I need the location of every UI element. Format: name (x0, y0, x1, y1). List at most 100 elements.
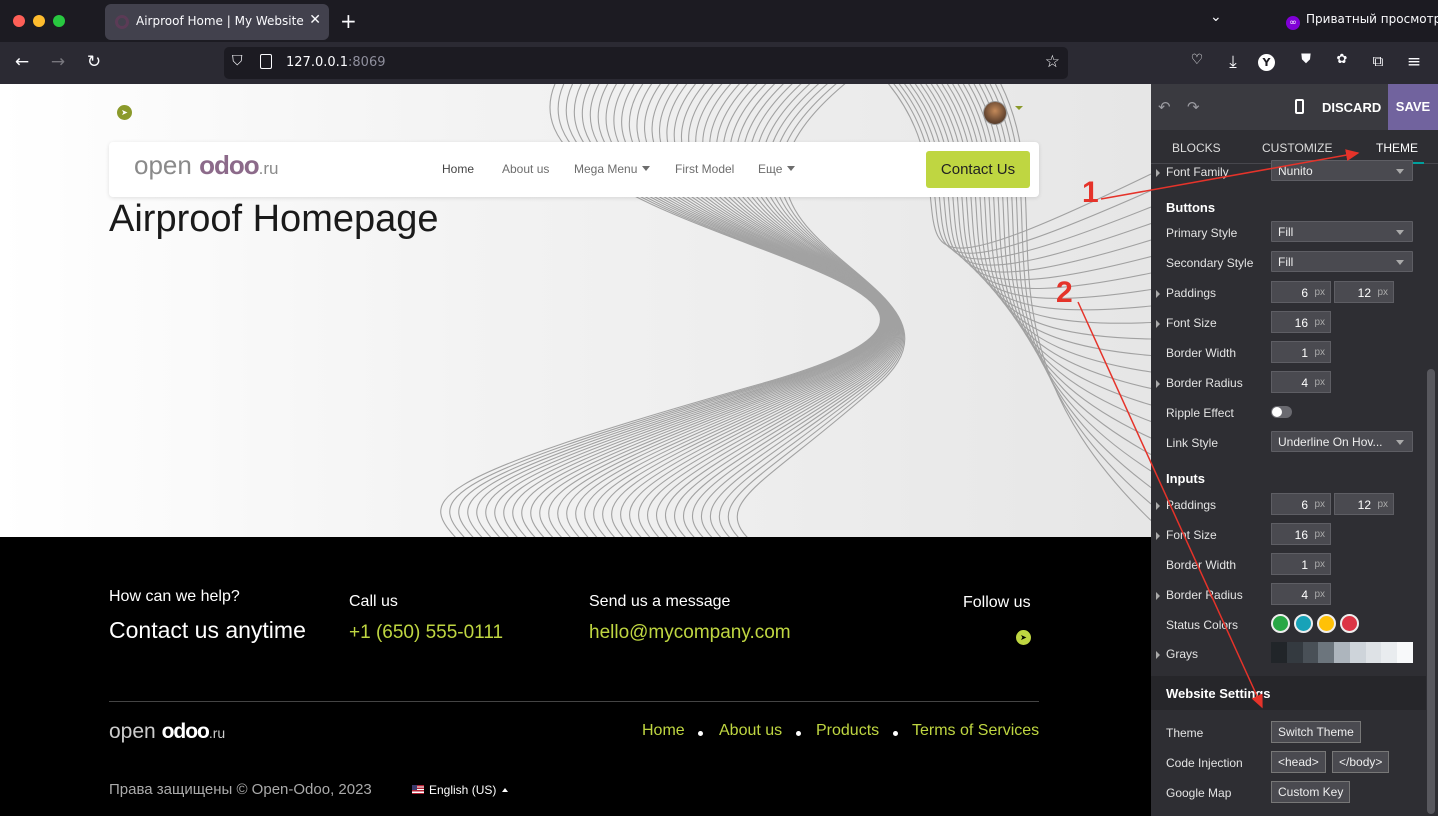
primary-style-select[interactable]: Fill (1271, 221, 1413, 242)
gray-swatch[interactable] (1349, 642, 1366, 663)
caret-down-icon[interactable] (1015, 106, 1023, 110)
grays-palette[interactable] (1271, 642, 1414, 663)
gray-swatch[interactable] (1271, 642, 1287, 663)
custom-key-button[interactable]: Custom Key (1271, 781, 1351, 803)
padding-y-input[interactable]: 6 px (1271, 281, 1331, 303)
font-size-input[interactable]: 16 px (1271, 523, 1331, 545)
menu-icon[interactable]: ≡ (1403, 52, 1425, 72)
logo-prefix: open (109, 720, 162, 743)
forward-arrow-icon[interactable]: → (47, 52, 69, 72)
status-color-warning[interactable] (1317, 614, 1336, 633)
gray-swatch[interactable] (1381, 642, 1398, 663)
status-color-success[interactable] (1271, 614, 1290, 633)
expand-triangle-icon[interactable] (1156, 502, 1160, 510)
pocket-icon[interactable]: ♡ (1186, 52, 1208, 68)
option-link-style: Link Style Underline On Hov... (1151, 431, 1431, 455)
border-radius-input[interactable]: 4 px (1271, 583, 1331, 605)
shield-icon[interactable]: ⛉ (232, 53, 243, 69)
footer-divider (109, 701, 1039, 702)
expand-triangle-icon[interactable] (1156, 169, 1160, 177)
footer-phone-link[interactable]: +1 (650) 555-0111 (349, 622, 503, 644)
footer-link-home[interactable]: Home (642, 722, 685, 740)
unit-label: px (1314, 529, 1325, 540)
bookmark-star-icon[interactable]: ☆ (1045, 52, 1060, 72)
site-logo[interactable]: open odoo.ru (134, 150, 278, 181)
font-size-input[interactable]: 16 px (1271, 311, 1331, 333)
new-tab-icon[interactable]: + (340, 9, 357, 33)
tab-customize[interactable]: CUSTOMIZE (1262, 141, 1332, 155)
border-width-input[interactable]: 1 px (1271, 553, 1331, 575)
gray-swatch[interactable] (1302, 642, 1319, 663)
menu-item-first-model[interactable]: First Model (675, 162, 734, 176)
browser-tabbar: Airproof Home | My Website ✕ + ⌄ ∞ Приват… (0, 0, 1438, 42)
yandex-extension-icon[interactable]: Y (1258, 54, 1275, 71)
private-mask-icon: ∞ (1286, 16, 1300, 30)
close-window-button[interactable] (13, 15, 25, 27)
save-button[interactable]: SAVE (1388, 84, 1438, 130)
reload-icon[interactable]: ↻ (83, 52, 105, 72)
chevron-down-icon[interactable]: ⌄ (1210, 9, 1222, 25)
wave-line (957, 84, 1151, 390)
contact-us-button[interactable]: Contact Us (926, 151, 1030, 188)
menu-item-mega-menu[interactable]: Mega Menu (574, 162, 651, 176)
undo-icon[interactable]: ↶ (1158, 98, 1171, 116)
footer-link-terms[interactable]: Terms of Services (912, 722, 1039, 740)
switch-theme-button[interactable]: Switch Theme (1271, 721, 1361, 743)
ublock-icon[interactable]: ⛊ (1295, 52, 1317, 67)
menu-item-about-us[interactable]: About us (502, 162, 549, 176)
body-injection-button[interactable]: </body> (1332, 751, 1390, 773)
footer-link-products[interactable]: Products (816, 722, 879, 740)
status-color-danger[interactable] (1340, 614, 1359, 633)
link-style-select[interactable]: Underline On Hov... (1271, 431, 1413, 452)
menu-item-more[interactable]: Еще (758, 162, 796, 176)
expand-triangle-icon[interactable] (1156, 320, 1160, 328)
ripple-effect-toggle[interactable] (1271, 406, 1292, 418)
footer-email-link[interactable]: hello@mycompany.com (589, 622, 791, 644)
footer-logo[interactable]: open odoo.ru (109, 720, 225, 744)
page-title[interactable]: Airproof Homepage (109, 198, 439, 241)
gray-swatch[interactable] (1286, 642, 1303, 663)
secondary-style-select[interactable]: Fill (1271, 251, 1413, 272)
expand-triangle-icon[interactable] (1156, 592, 1160, 600)
padding-y-input[interactable]: 6 px (1271, 493, 1331, 515)
maximize-window-button[interactable] (53, 15, 65, 27)
url-text[interactable]: 127.0.0.1:8069 (286, 55, 386, 70)
gray-swatch[interactable] (1365, 642, 1382, 663)
expand-triangle-icon[interactable] (1156, 532, 1160, 540)
color-extension-icon[interactable]: ✿ (1331, 52, 1353, 67)
download-icon[interactable]: ⤓ (1222, 52, 1244, 72)
padding-x-input[interactable]: 12 px (1334, 493, 1394, 515)
gray-swatch[interactable] (1334, 642, 1350, 663)
font-family-select[interactable]: Nunito (1271, 160, 1413, 181)
redo-icon[interactable]: ↷ (1187, 98, 1200, 116)
expand-triangle-icon[interactable] (1156, 380, 1160, 388)
menu-item-home[interactable]: Home (442, 162, 474, 176)
avatar[interactable] (983, 101, 1007, 125)
discard-button[interactable]: DISCARD (1322, 100, 1381, 115)
footer-link-about-us[interactable]: About us (719, 722, 782, 740)
minimize-window-button[interactable] (33, 15, 45, 27)
back-arrow-icon[interactable]: ← (11, 52, 33, 72)
gray-swatch[interactable] (1397, 642, 1414, 663)
tab-blocks[interactable]: BLOCKS (1172, 141, 1221, 155)
gray-swatch[interactable] (1318, 642, 1335, 663)
border-width-input[interactable]: 1 px (1271, 341, 1331, 363)
close-tab-icon[interactable]: ✕ (309, 12, 321, 28)
expand-triangle-icon[interactable] (1156, 290, 1160, 298)
status-color-info[interactable] (1294, 614, 1313, 633)
language-selector[interactable]: English (US) (412, 783, 509, 797)
border-radius-input[interactable]: 4 px (1271, 371, 1331, 393)
tab-theme[interactable]: THEME (1376, 141, 1418, 155)
telegram-icon[interactable]: ➤ (117, 105, 132, 120)
url-bar[interactable]: ⛉ 127.0.0.1:8069 ☆ (224, 47, 1068, 79)
website-settings-header: Website Settings (1151, 676, 1426, 710)
expand-triangle-icon[interactable] (1156, 651, 1160, 659)
telegram-icon[interactable]: ➤ (1016, 630, 1031, 645)
extensions-icon[interactable]: ⧉ (1367, 52, 1389, 70)
option-font-family: Font Family Nunito (1151, 160, 1431, 184)
padding-x-input[interactable]: 12 px (1334, 281, 1394, 303)
panel-scrollbar[interactable] (1427, 369, 1435, 814)
browser-tab[interactable]: Airproof Home | My Website ✕ (105, 4, 329, 40)
mobile-preview-icon[interactable] (1295, 99, 1304, 114)
head-injection-button[interactable]: <head> (1271, 751, 1326, 773)
